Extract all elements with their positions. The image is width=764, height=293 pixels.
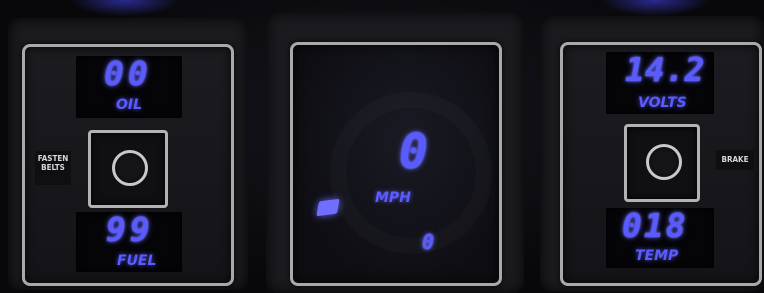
fasten-belts-warning: FASTEN BELTS (35, 151, 71, 185)
trip-value: 0 (422, 230, 435, 254)
temp-value: 018 (622, 206, 688, 245)
speed-unit: MPH (375, 190, 411, 206)
fuel-label: FUEL (117, 253, 157, 269)
brake-warning: BRAKE (716, 150, 754, 170)
volts-label: VOLTS (638, 95, 687, 111)
oil-label: OIL (116, 97, 143, 113)
volts-value: 14.2 (625, 50, 705, 89)
temp-label: TEMP (635, 248, 679, 264)
oil-value: 00 (104, 54, 152, 93)
fasten-belts-line2: BELTS (41, 163, 65, 172)
instrument-cluster: 00 OIL 99 FUEL FASTEN BELTS 0 MPH 0 14.2… (0, 0, 764, 293)
speed-value: 0 (399, 124, 428, 180)
adjustment-knob-icon[interactable] (112, 150, 148, 186)
adjustment-knob-icon-right[interactable] (646, 144, 682, 180)
top-glow-right (600, 0, 710, 16)
top-glow-left (70, 0, 180, 16)
fuel-value: 99 (106, 210, 154, 249)
fasten-belts-line1: FASTEN (37, 154, 69, 163)
